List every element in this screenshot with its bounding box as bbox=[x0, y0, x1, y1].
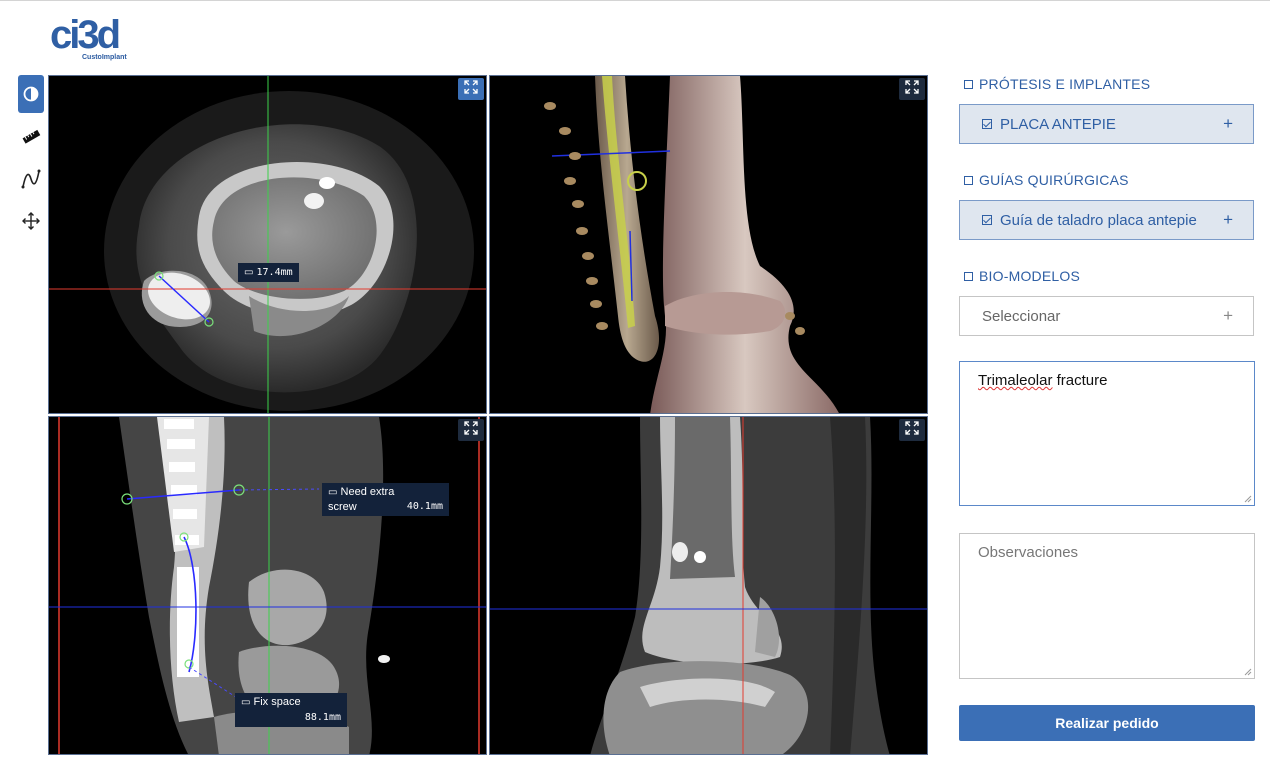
section-biomodelos[interactable]: BIO-MODELOS bbox=[964, 268, 1080, 284]
coronal-ct-image bbox=[490, 417, 927, 754]
comment-icon: ▭ bbox=[328, 487, 338, 498]
plus-icon[interactable]: + bbox=[1223, 210, 1233, 230]
expand-icon bbox=[464, 79, 478, 99]
3d-render-image bbox=[544, 76, 839, 413]
expand-viewport-button[interactable] bbox=[899, 419, 925, 441]
protesis-item-placa-antepie[interactable]: PLACA ANTEPIE + bbox=[959, 104, 1254, 144]
ruler-icon bbox=[21, 127, 41, 147]
logo-tagline: CustoImplant bbox=[82, 54, 127, 61]
plus-icon[interactable]: + bbox=[1223, 114, 1233, 134]
measurement-label[interactable]: ▭ 17.4mm bbox=[238, 263, 299, 282]
checkbox-icon bbox=[964, 271, 973, 281]
ruler-tool-button[interactable] bbox=[18, 124, 44, 150]
expand-viewport-button[interactable] bbox=[458, 419, 484, 441]
contrast-tool-button[interactable] bbox=[18, 75, 44, 113]
move-icon bbox=[21, 211, 41, 231]
comment-icon: ▭ bbox=[244, 267, 254, 278]
realizar-pedido-button[interactable]: Realizar pedido bbox=[959, 705, 1255, 741]
move-tool-button[interactable] bbox=[18, 208, 44, 234]
expand-viewport-button[interactable] bbox=[458, 78, 484, 100]
biomodelos-select[interactable]: Seleccionar + bbox=[959, 296, 1254, 336]
contrast-icon bbox=[23, 86, 39, 102]
expand-icon bbox=[905, 79, 919, 99]
section-protesis[interactable]: PRÓTESIS E IMPLANTES bbox=[964, 76, 1150, 92]
resize-grip-icon[interactable] bbox=[1244, 495, 1252, 503]
checkbox-icon bbox=[964, 79, 973, 89]
expand-icon bbox=[464, 420, 478, 440]
checkbox-icon bbox=[964, 175, 973, 185]
plus-icon[interactable]: + bbox=[1223, 306, 1233, 326]
curve-icon bbox=[20, 168, 42, 190]
guias-item-guia-taladro[interactable]: Guía de taladro placa antepie + bbox=[959, 200, 1254, 240]
diagnosis-textarea[interactable]: Trimaleolar fracture bbox=[959, 361, 1255, 506]
viewport-axial[interactable]: ▭ 17.4mm bbox=[48, 75, 487, 414]
viewport-coronal[interactable] bbox=[489, 416, 928, 755]
viewport-3d[interactable] bbox=[489, 75, 928, 414]
annotation-need-extra-screw[interactable]: ▭ Need extra screw 40.1mm bbox=[322, 483, 449, 516]
top-border bbox=[0, 0, 1270, 1]
section-guias[interactable]: GUÍAS QUIRÚRGICAS bbox=[964, 172, 1129, 188]
checked-checkbox-icon bbox=[982, 215, 992, 225]
viewport-sagittal[interactable]: ▭ Need extra screw 40.1mm ▭ Fix space 88… bbox=[48, 416, 487, 755]
resize-grip-icon[interactable] bbox=[1244, 668, 1252, 676]
observations-textarea[interactable]: Observaciones bbox=[959, 533, 1255, 679]
annotation-fix-space[interactable]: ▭ Fix space 88.1mm bbox=[235, 693, 347, 727]
expand-icon bbox=[905, 420, 919, 440]
axial-ct-image bbox=[49, 76, 486, 413]
expand-viewport-button[interactable] bbox=[899, 78, 925, 100]
checked-checkbox-icon bbox=[982, 119, 992, 129]
comment-icon: ▭ bbox=[241, 697, 251, 708]
svg-text:ci3d: ci3d bbox=[50, 14, 119, 56]
curve-tool-button[interactable] bbox=[18, 166, 44, 192]
